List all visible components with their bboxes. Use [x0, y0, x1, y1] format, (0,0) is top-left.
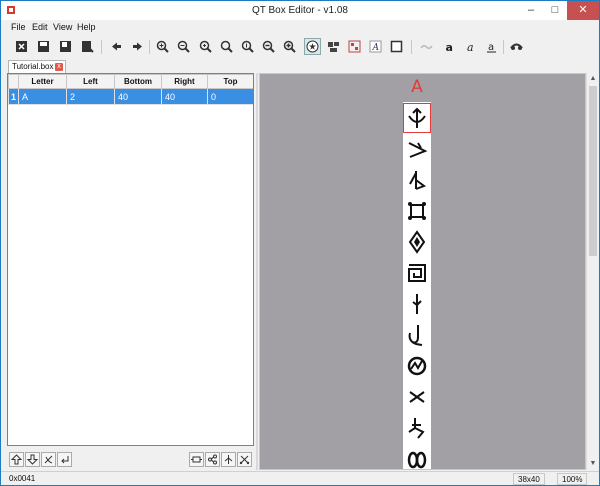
svg-text:a: a — [467, 41, 474, 53]
glyph-square-crossed[interactable] — [403, 196, 431, 226]
glyph-double-loop[interactable] — [403, 444, 431, 469]
zoom-original-icon[interactable] — [281, 38, 298, 55]
scroll-down-icon[interactable]: ▼ — [587, 458, 599, 470]
arrow-right-icon[interactable] — [129, 38, 146, 55]
symbol-mode-icon[interactable] — [304, 38, 321, 55]
join-icon[interactable] — [189, 452, 204, 467]
column-header-letter[interactable]: Letter — [18, 74, 67, 89]
glyph-spiral[interactable] — [403, 258, 431, 288]
export-icon[interactable] — [79, 38, 96, 55]
svg-text:a: a — [488, 42, 494, 53]
glyph-angle[interactable] — [403, 134, 431, 164]
document-tabs: Tutorial.box * x — [1, 59, 599, 73]
delete-icon[interactable] — [41, 452, 56, 467]
svg-text:a: a — [446, 41, 453, 53]
row-number[interactable]: 1 — [8, 88, 19, 105]
cell-top[interactable]: 0 — [207, 88, 253, 105]
save-as-icon[interactable] — [57, 38, 74, 55]
glyph-hook[interactable] — [403, 320, 431, 350]
cell-left[interactable]: 2 — [66, 88, 115, 105]
menu-edit[interactable]: Edit — [32, 22, 48, 32]
menu-bar: File Edit View Help — [1, 20, 599, 35]
zoom-in-icon[interactable] — [154, 38, 171, 55]
bold-icon[interactable]: a — [441, 38, 458, 55]
glyph-diamond[interactable] — [403, 227, 431, 257]
box-icon[interactable] — [388, 38, 405, 55]
glasses-icon[interactable] — [508, 38, 525, 55]
return-icon[interactable] — [57, 452, 72, 467]
status-box-size: 38x40 — [513, 473, 545, 485]
split-icon[interactable] — [325, 38, 342, 55]
cell-bottom[interactable]: 40 — [114, 88, 162, 105]
toolbar: A a a a — [1, 35, 599, 59]
scroll-up-icon[interactable]: ▲ — [587, 73, 599, 85]
toolbar-separator — [101, 40, 102, 54]
toolbar-separator — [503, 40, 504, 54]
column-header-top[interactable]: Top — [207, 74, 253, 89]
zoom-out-large-icon[interactable] — [260, 38, 277, 55]
status-bar: 0x0041 38x40 100% — [1, 471, 599, 485]
glyph-strip — [403, 102, 431, 469]
table-row[interactable]: 1 A 2 40 40 0 — [8, 88, 253, 105]
wave-icon[interactable] — [418, 38, 435, 55]
menu-view[interactable]: View — [53, 22, 72, 32]
close-file-icon[interactable] — [13, 38, 30, 55]
current-letter-label: A — [411, 77, 423, 97]
pane-splitter[interactable] — [256, 73, 258, 470]
tab-close-icon[interactable]: x — [55, 63, 63, 71]
svg-text:A: A — [372, 43, 380, 53]
underline-icon[interactable]: a — [483, 38, 500, 55]
window-title: QT Box Editor - v1.08 — [252, 5, 348, 16]
arrow-left-icon[interactable] — [108, 38, 125, 55]
minimize-button[interactable]: – — [519, 1, 543, 20]
glyph-twist[interactable] — [403, 165, 431, 195]
save-icon[interactable] — [35, 38, 52, 55]
glyph-arrow-up[interactable] — [403, 103, 431, 133]
title-bar: QT Box Editor - v1.08 – □ ✕ — [1, 1, 599, 20]
vertical-scrollbar[interactable]: ▲ ▼ — [586, 73, 598, 470]
menu-file[interactable]: File — [11, 22, 26, 32]
italic-icon[interactable]: a — [462, 38, 479, 55]
cut-icon[interactable] — [237, 452, 252, 467]
zoom-out-icon[interactable] — [175, 38, 192, 55]
merge-icon[interactable] — [346, 38, 363, 55]
app-window: QT Box Editor - v1.08 – □ ✕ File Edit Vi… — [0, 0, 600, 486]
zoom-in-small-icon[interactable] — [197, 38, 214, 55]
menu-help[interactable]: Help — [77, 22, 96, 32]
glyph-circle-zigzag[interactable] — [403, 351, 431, 381]
split-row-icon[interactable] — [205, 452, 220, 467]
maximize-button[interactable]: □ — [543, 1, 567, 20]
zoom-fit-icon[interactable] — [218, 38, 235, 55]
move-down-icon[interactable] — [25, 452, 40, 467]
status-zoom: 100% — [557, 473, 588, 485]
toolbar-separator — [149, 40, 150, 54]
corner-header[interactable] — [8, 74, 19, 89]
column-header-right[interactable]: Right — [161, 74, 208, 89]
cell-letter[interactable]: A — [18, 88, 67, 105]
column-header-bottom[interactable]: Bottom — [114, 74, 162, 89]
cell-right[interactable]: 40 — [161, 88, 208, 105]
status-char-code: 0x0041 — [9, 474, 36, 483]
scroll-thumb[interactable] — [589, 86, 597, 256]
zoom-in-large-icon[interactable] — [239, 38, 256, 55]
box-table: Letter Left Bottom Right Top 1 A 2 40 40… — [8, 74, 253, 105]
glyph-needle[interactable] — [403, 289, 431, 319]
tree-icon[interactable] — [221, 452, 236, 467]
toolbar-separator — [411, 40, 412, 54]
row-action-bar — [7, 450, 254, 470]
tab-tutorial-box[interactable]: Tutorial.box * x — [8, 60, 66, 73]
column-header-left[interactable]: Left — [66, 74, 115, 89]
tab-label: Tutorial.box * — [12, 62, 59, 71]
glyph-cross[interactable] — [403, 382, 431, 412]
box-table-pane: Letter Left Bottom Right Top 1 A 2 40 40… — [7, 73, 254, 446]
move-up-icon[interactable] — [9, 452, 24, 467]
table-header-row: Letter Left Bottom Right Top — [8, 74, 253, 89]
image-canvas[interactable]: A — [259, 73, 586, 470]
close-window-button[interactable]: ✕ — [567, 1, 599, 20]
font-icon[interactable]: A — [367, 38, 384, 55]
glyph-knot[interactable] — [403, 413, 431, 443]
